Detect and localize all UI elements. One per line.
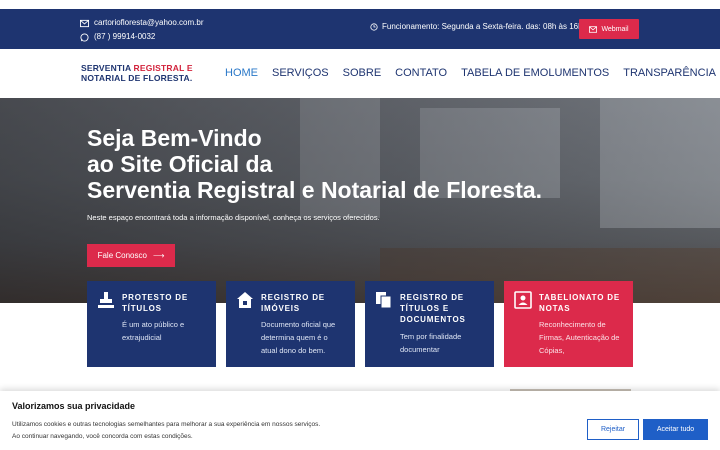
cookie-title: Valorizamos sua privacidade xyxy=(12,401,136,411)
service-card-tabelionato[interactable]: TABELIONATO DE NOTAS Reconhecimento de Fir… xyxy=(504,281,633,367)
nav-item-servicos[interactable]: SERVIÇOS xyxy=(272,67,329,79)
documents-icon xyxy=(376,292,392,309)
card-title: TABELIONATO DE NOTAS xyxy=(539,293,620,313)
contact-us-button[interactable]: Fale Conosco ⟶ xyxy=(87,244,175,267)
house-icon xyxy=(237,292,253,308)
card-title: PROTESTO DE TÍTULOS xyxy=(122,293,188,313)
nav-item-sobre[interactable]: SOBRE xyxy=(343,67,382,79)
arrow-right-icon: ⟶ xyxy=(152,251,165,260)
site-header: SERVENTIA REGISTRAL E NOTARIAL DE FLORES… xyxy=(0,49,720,98)
business-hours: Funcionamento: Segunda a Sexta-feira. da… xyxy=(370,22,583,31)
hero-subtitle: Neste espaço encontrará toda a informaçã… xyxy=(87,213,380,222)
envelope-icon xyxy=(589,25,598,33)
clock-icon xyxy=(370,22,378,31)
phone-row[interactable]: (87 ) 99914-0032 xyxy=(80,30,204,44)
hero-banner: Seja Bem-Vindo ao Site Oficial da Serven… xyxy=(0,98,720,303)
logo-text-c: NOTARIAL DE FLORESTA. xyxy=(81,73,193,83)
hero-title: Seja Bem-Vindo ao Site Oficial da Serven… xyxy=(87,125,542,203)
service-card-titulos-documentos[interactable]: REGISTRO DE TÍTULOS E DOCUMENTOS Tem por f… xyxy=(365,281,494,367)
card-description: Reconhecimento de Firmas, Autenticação de… xyxy=(539,320,620,355)
card-title: REGISTRO DE TÍTULOS E DOCUMENTOS xyxy=(400,293,466,324)
service-card-imoveis[interactable]: REGISTRO DE IMÓVEIS Documento oficial que… xyxy=(226,281,355,367)
card-description: Tem por finalidade documentar xyxy=(400,332,462,354)
site-logo[interactable]: SERVENTIA REGISTRAL E NOTARIAL DE FLORES… xyxy=(81,63,193,83)
email-row[interactable]: cartoriofloresta@yahoo.com.br xyxy=(80,16,204,30)
hero-title-line3: Serventia Registral e Notarial de Flores… xyxy=(87,177,543,203)
contact-us-label: Fale Conosco xyxy=(97,251,147,260)
id-card-icon xyxy=(514,291,532,309)
nav-item-transparencia[interactable]: TRANSPARÊNCIA xyxy=(623,67,716,79)
email-text[interactable]: cartoriofloresta@yahoo.com.br xyxy=(94,16,204,30)
nav-item-tabela[interactable]: TABELA DE EMOLUMENTOS xyxy=(461,67,609,79)
webmail-button[interactable]: Webmail xyxy=(579,19,639,39)
service-card-protesto[interactable]: PROTESTO DE TÍTULOS É um ato público e ext… xyxy=(87,281,216,367)
reject-cookies-button[interactable]: Rejeitar xyxy=(587,419,639,440)
hero-title-line1: Seja Bem-Vindo xyxy=(87,125,262,151)
hero-title-line2: ao Site Oficial da xyxy=(87,151,273,177)
accept-all-cookies-button[interactable]: Aceitar tudo xyxy=(643,419,708,440)
envelope-icon xyxy=(80,19,89,27)
webmail-label: Webmail xyxy=(601,25,629,33)
nav-item-contato[interactable]: CONTATO xyxy=(395,67,447,79)
top-bar: cartoriofloresta@yahoo.com.br (87 ) 9991… xyxy=(0,0,720,49)
cookie-banner: Valorizamos sua privacidade Utilizamos c… xyxy=(0,391,720,450)
hours-text: Funcionamento: Segunda a Sexta-feira. da… xyxy=(382,22,583,31)
logo-text-b: REGISTRAL E xyxy=(133,63,193,73)
logo-text-a: SERVENTIA xyxy=(81,63,134,73)
whatsapp-icon xyxy=(80,32,89,42)
cookie-description: Utilizamos cookies e outras tecnologias … xyxy=(12,421,321,440)
stamp-icon xyxy=(98,292,114,308)
card-description: Documento oficial que determina quem é oa… xyxy=(261,320,336,355)
card-description: É um ato público e extrajudicial xyxy=(122,320,185,342)
phone-text[interactable]: (87 ) 99914-0032 xyxy=(94,30,155,44)
contact-info: cartoriofloresta@yahoo.com.br (87 ) 9991… xyxy=(80,16,204,44)
card-title: REGISTRO DE IMÓVEIS xyxy=(261,293,325,313)
main-nav: HOME SERVIÇOS SOBRE CONTATO TABELA DE EM… xyxy=(225,67,716,79)
nav-item-home[interactable]: HOME xyxy=(225,67,258,79)
